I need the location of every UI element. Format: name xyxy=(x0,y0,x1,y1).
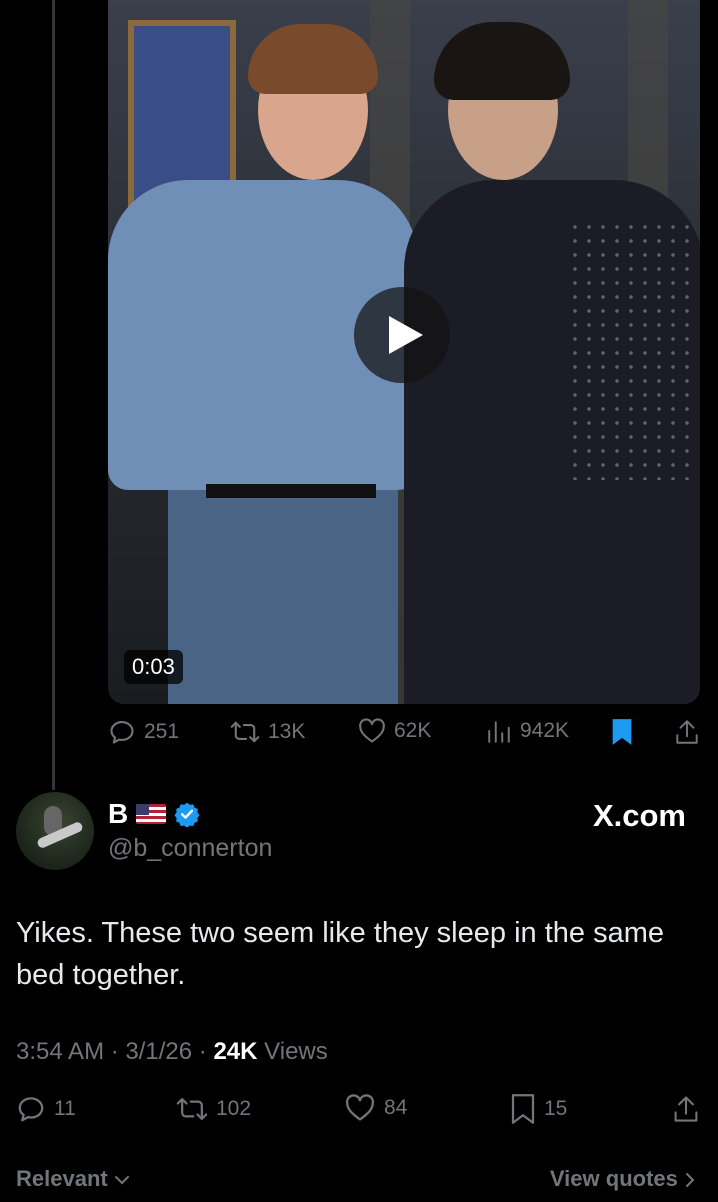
video-player[interactable]: 0:03 xyxy=(108,0,700,704)
person-left-hair xyxy=(248,24,378,94)
play-button[interactable] xyxy=(354,287,450,383)
author-name[interactable]: B xyxy=(108,798,128,830)
author-handle[interactable]: @b_connerton xyxy=(108,834,272,863)
repost-button[interactable]: 13K xyxy=(230,718,305,746)
us-flag-icon xyxy=(136,804,167,824)
reply-icon xyxy=(18,1097,44,1122)
parent-action-bar: 251 13K 62K 942K xyxy=(108,718,700,752)
views-count: 942K xyxy=(520,719,570,742)
share-icon xyxy=(676,720,698,744)
views-button[interactable]: 942K xyxy=(486,718,569,744)
share-button[interactable] xyxy=(674,718,700,746)
like-count: 84 xyxy=(384,1096,408,1119)
belt xyxy=(206,484,376,498)
analytics-icon xyxy=(488,721,510,743)
reply-action-bar: 11 102 84 15 xyxy=(0,1094,718,1128)
share-icon xyxy=(674,1096,698,1122)
bookmark-filled-icon xyxy=(612,719,632,745)
person-right-hair xyxy=(434,22,570,100)
reply-count: 251 xyxy=(144,720,180,743)
reply-footer: Relevant View quotes xyxy=(0,1166,718,1202)
tweet-date[interactable]: 3/1/26 xyxy=(125,1038,192,1065)
thread-line xyxy=(52,0,55,790)
reply-icon xyxy=(110,721,134,744)
person-left-jeans xyxy=(168,490,398,704)
sort-dropdown[interactable]: Relevant xyxy=(16,1166,130,1192)
repost-button[interactable]: 102 xyxy=(176,1094,251,1124)
like-count: 62K xyxy=(394,719,432,742)
repost-icon xyxy=(176,1098,208,1120)
repost-count: 13K xyxy=(268,720,306,743)
repost-count: 102 xyxy=(216,1097,252,1120)
reply-button[interactable]: 251 xyxy=(108,718,179,746)
bookmark-button[interactable]: 15 xyxy=(510,1094,567,1124)
chevron-down-icon xyxy=(114,1176,129,1185)
play-icon xyxy=(389,316,423,354)
view-quotes-link[interactable]: View quotes xyxy=(550,1166,696,1192)
author-row: B xyxy=(108,798,200,830)
view-quotes-label: View quotes xyxy=(549,1166,678,1191)
heart-icon xyxy=(359,718,385,743)
tweet-text: Yikes. These two seem like they sleep in… xyxy=(16,917,664,991)
verified-badge-icon xyxy=(174,802,200,827)
sort-label: Relevant xyxy=(16,1166,108,1191)
bookmark-icon xyxy=(511,1094,535,1124)
chevron-right-icon xyxy=(686,1173,695,1188)
like-button[interactable]: 84 xyxy=(344,1094,407,1122)
like-button[interactable]: 62K xyxy=(358,718,431,744)
site-watermark: X.com xyxy=(592,798,686,833)
avatar[interactable] xyxy=(16,792,94,870)
tweet-views-count: 24K xyxy=(213,1038,258,1065)
video-timestamp: 0:03 xyxy=(124,650,183,684)
bookmark-button[interactable] xyxy=(610,718,634,746)
heart-icon xyxy=(345,1094,375,1121)
sparkles xyxy=(568,220,698,480)
tweet-meta: 3:54 AM · 3/1/26 · 24K Views xyxy=(16,1038,328,1065)
bookmark-count: 15 xyxy=(544,1097,568,1120)
tweet-views-label: Views xyxy=(264,1038,328,1065)
repost-icon xyxy=(230,721,260,743)
share-button[interactable] xyxy=(672,1094,700,1124)
reply-button[interactable]: 11 xyxy=(16,1094,76,1124)
tweet-time[interactable]: 3:54 AM xyxy=(16,1038,104,1065)
reply-count: 11 xyxy=(54,1097,76,1120)
